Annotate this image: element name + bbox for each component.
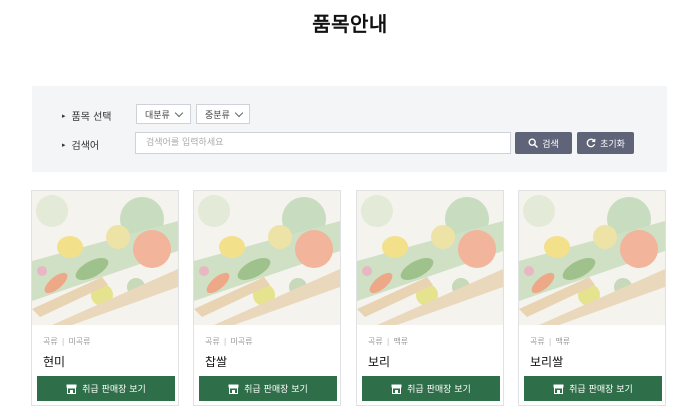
major-category-value: 대분류	[145, 110, 170, 121]
view-stores-label: 취급 판매장 보기	[407, 385, 471, 395]
keyword-label: 검색어	[71, 141, 100, 152]
search-icon	[528, 138, 538, 148]
product-name: 현미	[43, 355, 66, 369]
filter-panel: ▸ 품목 선택 대분류 중분류 ▸ 검색어 검색 초기화	[32, 86, 667, 172]
vegetable-crate-image	[32, 191, 178, 325]
subcategory-label: 맥류	[555, 337, 571, 346]
subcategory-label: 맥류	[393, 337, 409, 346]
category-path: 곡류 | 맥류	[530, 336, 570, 347]
category-separator: |	[548, 337, 552, 346]
product-card: 곡류 | 맥류 보리 취급 판매장 보기	[356, 190, 504, 406]
middle-category-value: 중분류	[205, 110, 230, 121]
store-icon	[228, 384, 239, 394]
subcategory-label: 미곡류	[68, 337, 91, 346]
vegetable-crate-image	[357, 191, 503, 325]
view-stores-label: 취급 판매장 보기	[569, 385, 633, 395]
category-path: 곡류 | 미곡류	[43, 336, 91, 347]
view-stores-label: 취급 판매장 보기	[82, 385, 146, 395]
product-name: 보리쌀	[530, 355, 564, 369]
store-icon	[553, 384, 564, 394]
category-path: 곡류 | 미곡류	[205, 336, 253, 347]
item-select-label: 품목 선택	[71, 112, 112, 123]
vegetable-crate-image	[194, 191, 340, 325]
store-icon	[391, 384, 402, 394]
search-input[interactable]	[135, 132, 511, 154]
subcategory-label: 미곡류	[230, 337, 253, 346]
reset-button[interactable]: 초기화	[577, 132, 634, 154]
keyword-label-group: ▸ 검색어	[62, 137, 100, 153]
view-stores-label: 취급 판매장 보기	[244, 385, 308, 395]
chevron-down-icon	[234, 108, 244, 117]
middle-category-select[interactable]: 중분류	[196, 104, 250, 124]
product-card-list: 곡류 | 미곡류 현미 취급 판매장 보기 곡류 | 미곡류 찹쌀 취급 판매장…	[31, 190, 671, 412]
item-select-label-group: ▸ 품목 선택	[62, 108, 112, 124]
reset-button-label: 초기화	[600, 139, 625, 150]
view-stores-button[interactable]: 취급 판매장 보기	[199, 376, 337, 401]
chevron-down-icon	[174, 108, 184, 117]
page-title: 품목안내	[312, 12, 388, 36]
category-label: 곡류	[530, 337, 545, 346]
bullet-icon: ▸	[62, 140, 66, 149]
product-card: 곡류 | 맥류 보리쌀 취급 판매장 보기	[518, 190, 666, 406]
category-path: 곡류 | 맥류	[368, 336, 408, 347]
category-separator: |	[61, 337, 65, 346]
major-category-select[interactable]: 대분류	[136, 104, 191, 124]
product-card: 곡류 | 미곡류 현미 취급 판매장 보기	[31, 190, 179, 406]
search-button-label: 검색	[542, 139, 559, 150]
view-stores-button[interactable]: 취급 판매장 보기	[37, 376, 175, 401]
store-icon	[66, 384, 77, 394]
bullet-icon: ▸	[62, 111, 66, 120]
product-card: 곡류 | 미곡류 찹쌀 취급 판매장 보기	[193, 190, 341, 406]
category-label: 곡류	[205, 337, 220, 346]
refresh-icon	[586, 138, 596, 148]
category-label: 곡류	[368, 337, 383, 346]
category-separator: |	[386, 337, 390, 346]
view-stores-button[interactable]: 취급 판매장 보기	[362, 376, 500, 401]
view-stores-button[interactable]: 취급 판매장 보기	[524, 376, 662, 401]
product-name: 보리	[368, 355, 391, 369]
search-button[interactable]: 검색	[515, 132, 572, 154]
vegetable-crate-image	[519, 191, 665, 325]
product-name: 찹쌀	[205, 355, 228, 369]
category-label: 곡류	[43, 337, 58, 346]
category-separator: |	[223, 337, 227, 346]
